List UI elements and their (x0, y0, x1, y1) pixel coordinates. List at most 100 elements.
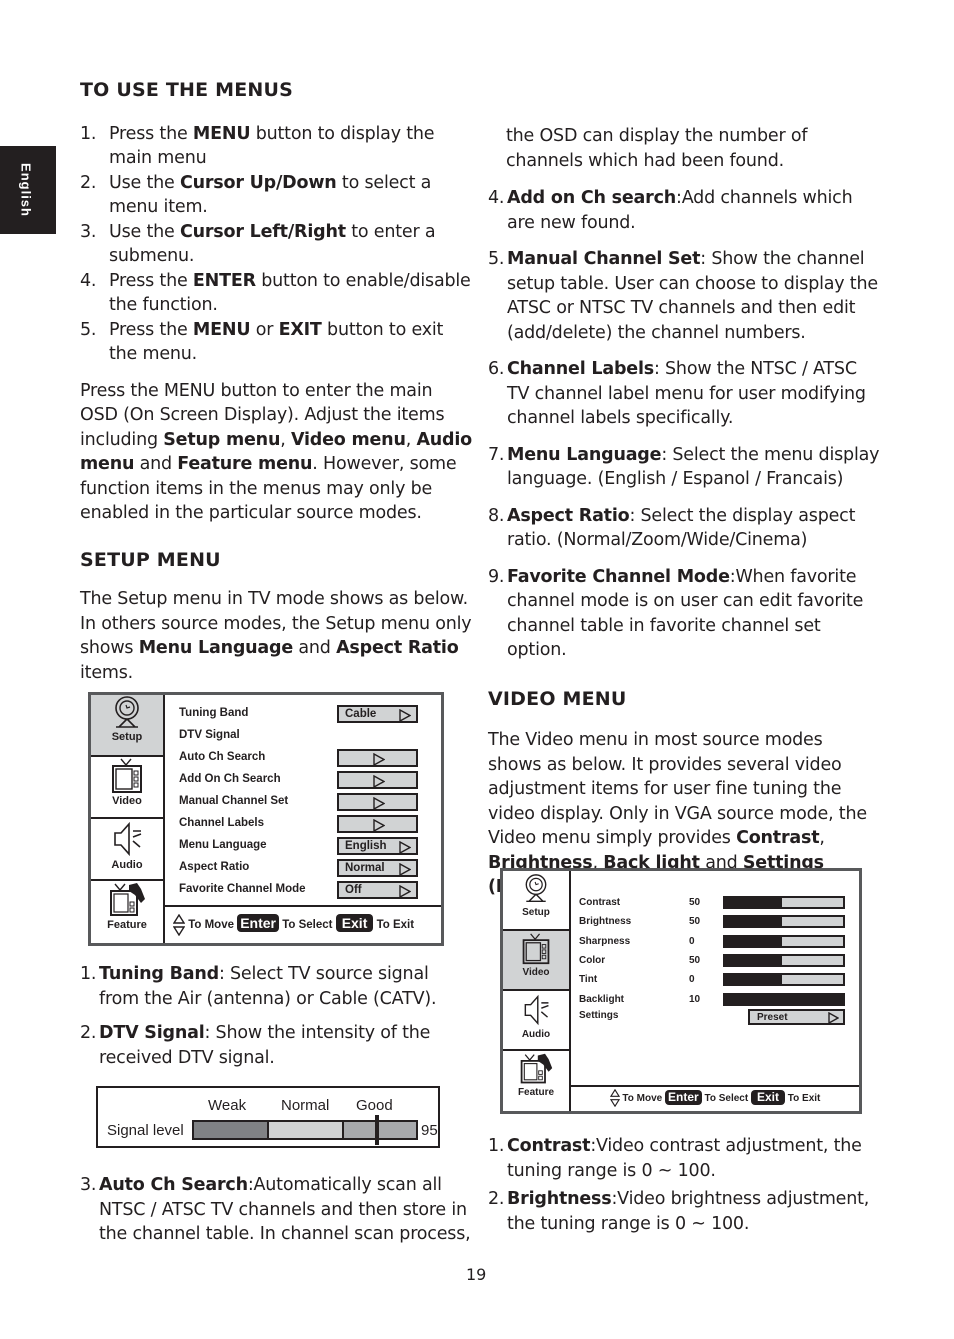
video-row-value: 10 (689, 993, 701, 1005)
footer-select-text: To Select (704, 1093, 749, 1104)
signal-label-good: Good (356, 1097, 393, 1114)
setup-row-value-box[interactable] (337, 815, 418, 833)
setup-row-label: Aspect Ratio (179, 861, 250, 873)
video-row-slider[interactable] (723, 953, 845, 967)
list-item: 2. DTV Signal: Show the intensity of the … (80, 1023, 431, 1068)
play-arrow-icon (373, 775, 385, 788)
video-row-slider[interactable] (723, 992, 845, 1006)
setup-items-list-left: 1. Tuning Band: Select TV source signal f… (80, 962, 472, 1070)
osd-tab-label: Feature (517, 1087, 555, 1098)
tv-icon (522, 933, 550, 965)
setup-row-label: Menu Language (179, 839, 267, 851)
osd-sidebar: Setup Video Audio Feature (503, 871, 571, 1111)
speaker-icon (524, 994, 549, 1026)
heading-to-use-menus: TO USE THE MENUS (80, 79, 293, 101)
osd-tab-video[interactable]: Video (503, 931, 569, 991)
osd-footer: To Move Enter To Select Exit To Exit (165, 905, 441, 943)
osd-sidebar: Setup Video Audio Feature (91, 695, 165, 943)
signal-track (192, 1120, 418, 1140)
tv-wrench-icon (110, 883, 145, 916)
settings-preset-box[interactable]: Preset (748, 1009, 845, 1025)
list-item: 4. Add on Ch search:Add channels which ar… (488, 188, 853, 233)
settings-value: Preset (757, 1012, 788, 1023)
setup-row-value: Normal (345, 862, 385, 874)
video-row-slider[interactable] (723, 896, 845, 909)
video-row-slider[interactable] (723, 915, 845, 929)
play-arrow-icon (373, 753, 385, 766)
osd-tab-label: Feature (107, 919, 147, 931)
video-row-label: Contrast (579, 897, 621, 908)
osd-tab-setup[interactable]: Setup (503, 871, 569, 931)
setup-row-value-box[interactable] (337, 771, 418, 789)
satellite-dish-icon (115, 696, 139, 728)
video-row-label: Tint (579, 974, 598, 986)
osd-tab-label: Setup (111, 731, 143, 743)
video-items-list: 1. Contrast:Video contrast adjustment, th… (488, 1134, 880, 1236)
osd-tab-audio[interactable]: Audio (503, 991, 569, 1051)
play-arrow-icon (399, 863, 411, 876)
signal-label-weak: Weak (208, 1097, 247, 1114)
list-item: 1. Contrast:Video contrast adjustment, th… (488, 1136, 862, 1181)
play-arrow-icon (399, 841, 411, 854)
osd-tab-feature[interactable]: Feature (503, 1051, 569, 1105)
osd-tab-label: Video (522, 967, 550, 978)
setup-row-value-box[interactable]: Cable (337, 705, 418, 723)
video-row-value: 50 (689, 954, 701, 966)
footer-exit-text: To Exit (787, 1093, 821, 1104)
video-row-label: Backlight (579, 993, 625, 1005)
osd-tab-audio[interactable]: Audio (91, 819, 163, 881)
video-row-slider[interactable] (723, 934, 845, 948)
signal-segment-weak (194, 1122, 269, 1138)
setup-menu-osd: Setup Video Audio Feature Tuning Band Cab… (88, 692, 444, 946)
list-item: 2. Use the Cursor Up/Down to select a men… (80, 172, 432, 218)
exit-key[interactable]: Exit (335, 914, 374, 932)
setup-row-label: Auto Ch Search (179, 751, 266, 763)
setup-row-value-box[interactable] (337, 749, 418, 767)
video-row-slider[interactable] (723, 973, 845, 987)
setup-row-label: Favorite Channel Mode (179, 883, 306, 895)
setup-row-value-box[interactable]: Normal (337, 859, 418, 877)
setup-intro-paragraph: The Setup menu in TV mode shows as below… (80, 589, 472, 683)
video-row-value: 50 (689, 897, 701, 908)
list-item: 6. Channel Labels: Show the NTSC / ATSC T… (488, 359, 866, 428)
exit-key[interactable]: Exit (750, 1090, 785, 1105)
list-item: 1. Tuning Band: Select TV source signal f… (80, 964, 437, 1009)
enter-key[interactable]: Enter (237, 914, 279, 932)
signal-value: 95 (421, 1122, 438, 1139)
osd-tab-feature[interactable]: Feature (91, 881, 163, 939)
setup-row-label: Channel Labels (179, 817, 264, 829)
setup-row-label: Tuning Band (179, 707, 249, 719)
video-row-slider-fill (725, 917, 782, 927)
signal-segment-good (344, 1122, 416, 1138)
video-row-value: 50 (689, 916, 701, 928)
signal-label-normal: Normal (281, 1097, 330, 1114)
continued-text: the OSD can display the number of channe… (506, 126, 808, 171)
footer-exit-text: To Exit (376, 919, 415, 931)
setup-row-value: Off (345, 884, 362, 896)
video-row-slider-fill (725, 936, 782, 946)
list-item: 3. Auto Ch Search:Automatically scan all … (80, 1175, 471, 1244)
footer-move-text: To Move (622, 1093, 663, 1104)
setup-row-value-box[interactable]: Off (337, 881, 418, 899)
setup-row-value-box[interactable] (337, 793, 418, 811)
play-arrow-icon (399, 885, 411, 898)
osd-tab-setup[interactable]: Setup (91, 695, 163, 757)
satellite-dish-icon (525, 874, 547, 903)
heading-setup-menu: SETUP MENU (80, 548, 221, 571)
osd-tab-label: Video (112, 795, 142, 807)
list-item: 1. Press the MENU button to display the m… (80, 123, 435, 169)
play-arrow-icon (373, 819, 385, 832)
menu-steps-list: 1. Press the MENU button to display the m… (80, 122, 472, 367)
up-down-arrow-icon (609, 1089, 620, 1108)
osd-tab-video[interactable]: Video (91, 757, 163, 819)
video-row-value: 0 (689, 935, 695, 947)
setup-row-value: English (345, 840, 387, 852)
list-item: 4. Press the ENTER button to enable/disab… (80, 270, 471, 316)
setup-row-value-box[interactable]: English (337, 837, 418, 855)
setup-items-list-left-2: 3. Auto Ch Search:Automatically scan all … (80, 1173, 472, 1247)
list-item: 5. Press the MENU or EXIT button to exit … (80, 319, 444, 365)
language-tab-label: English (18, 163, 34, 217)
signal-marker (375, 1115, 380, 1145)
tv-icon (112, 758, 142, 793)
enter-key[interactable]: Enter (665, 1090, 702, 1105)
